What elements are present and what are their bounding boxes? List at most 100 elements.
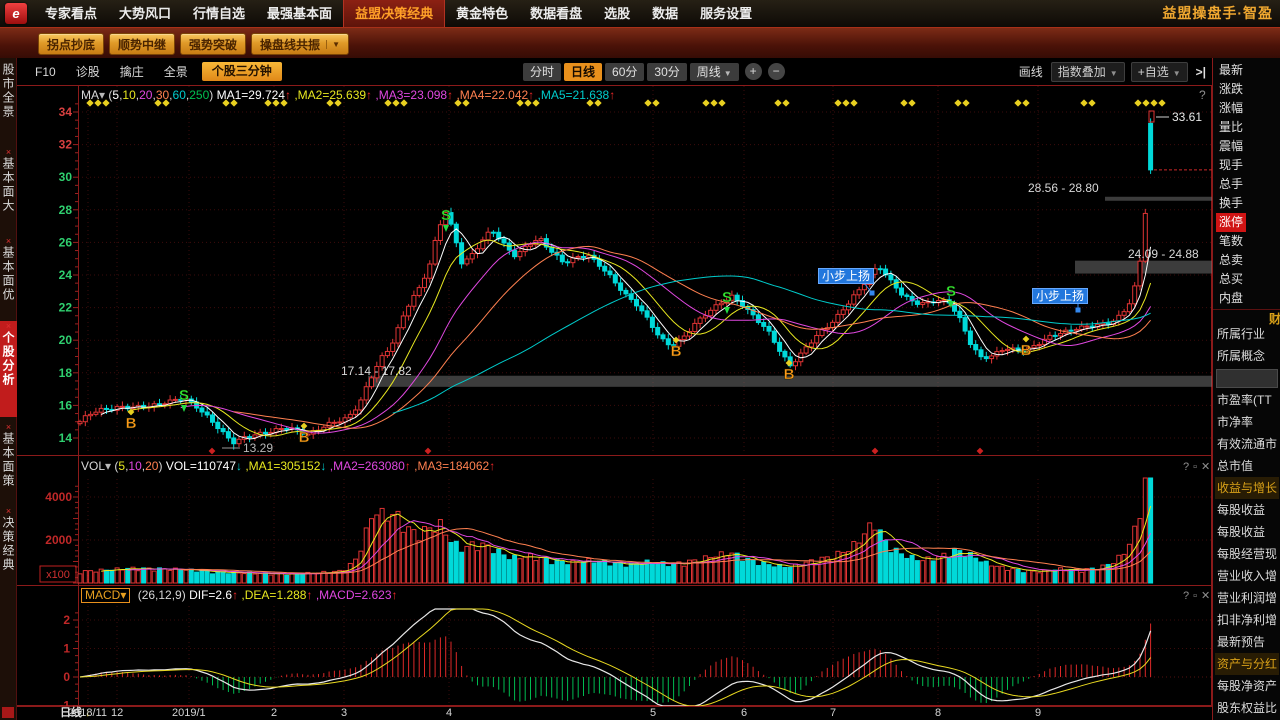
fin-tab-partial[interactable]: 财 <box>1269 310 1280 327</box>
menu-item-益盟决策经典[interactable]: 益盟决策经典 <box>343 0 445 27</box>
quote-row-涨幅[interactable]: 涨幅 <box>1219 99 1243 118</box>
quote-row-最新[interactable]: 最新 <box>1219 61 1243 80</box>
info-row-有效流通市[interactable]: 有效流通市 <box>1217 433 1277 455</box>
macd-indicator-header[interactable]: MACD▾ (26,12,9) DIF=2.6↑ ,DEA=1.288↑ ,MA… <box>81 588 398 603</box>
sidebar-tab-label: 决策经典 <box>0 516 17 572</box>
indicator-text: 20 <box>145 459 158 473</box>
strategy-button-拐点抄底[interactable]: 拐点抄底 <box>38 33 104 55</box>
menu-item-服务设置[interactable]: 服务设置 <box>689 0 763 27</box>
info-row-市盈率(TT[interactable]: 市盈率(TT <box>1217 389 1272 411</box>
info-row-营业收入增[interactable]: 营业收入增 <box>1217 565 1277 587</box>
info-row-收益与增长[interactable]: 收益与增长 <box>1215 477 1279 499</box>
quote-row-换手[interactable]: 换手 <box>1219 194 1243 213</box>
quote-row-内盘[interactable]: 内盘 <box>1219 289 1243 308</box>
svg-text:22: 22 <box>59 301 73 315</box>
close-icon[interactable]: × <box>6 147 11 157</box>
sidebar-tab-决策经典[interactable]: ×决策经典 <box>0 506 17 586</box>
info-row-每股净资产[interactable]: 每股净资产 <box>1217 675 1277 697</box>
toolbar-item-全景[interactable]: 全景 <box>154 63 198 80</box>
quote-row-笔数[interactable]: 笔数 <box>1219 232 1243 251</box>
period-日线[interactable]: 日线 <box>564 63 602 81</box>
info-row-扣非净利增[interactable]: 扣非净利增 <box>1217 609 1277 631</box>
quote-panel: 最新涨跌涨幅量比震幅现手总手换手涨停笔数总卖总买内盘财所属行业所属概念市盈率(T… <box>1212 58 1280 720</box>
toolbar-item-诊股[interactable]: 诊股 <box>66 63 110 80</box>
strategy-button-label: 顺势中继 <box>118 36 166 53</box>
indicator-text: MA <box>81 88 99 102</box>
menu-item-黄金特色[interactable]: 黄金特色 <box>445 0 519 27</box>
volume-bars <box>78 478 1153 583</box>
period-分时[interactable]: 分时 <box>523 63 561 81</box>
axis-date-12: 12 <box>111 707 123 720</box>
menu-item-最强基本面[interactable]: 最强基本面 <box>256 0 343 27</box>
close-icon[interactable]: × <box>6 422 11 432</box>
menu-item-专家看点[interactable]: 专家看点 <box>34 0 108 27</box>
corner-marker <box>2 707 14 718</box>
svg-text:4000: 4000 <box>45 490 72 504</box>
menu-item-数据[interactable]: 数据 <box>641 0 689 27</box>
chevron-down-icon[interactable]: ▼ <box>326 40 340 49</box>
sidebar-tab-label: 基本面优 <box>0 246 17 302</box>
quote-row-量比[interactable]: 量比 <box>1219 118 1243 137</box>
strategy-button-强势突破[interactable]: 强势突破 <box>180 33 246 55</box>
info-row-市净率[interactable]: 市净率 <box>1217 411 1253 433</box>
svg-text:B: B <box>1021 342 1032 359</box>
strategy-button-操盘线共振[interactable]: 操盘线共振▼ <box>251 33 349 55</box>
sidebar-tab-基本面策[interactable]: ×基本面策 <box>0 422 17 502</box>
info-box[interactable] <box>1216 369 1278 388</box>
zoom-in-button[interactable]: + <box>745 63 762 80</box>
toolbar-item-擒庄[interactable]: 擒庄 <box>110 63 154 80</box>
info-row-营业利润增[interactable]: 营业利润增 <box>1217 587 1277 609</box>
chart-toolbar-left: F10诊股擒庄全景个股三分钟 <box>25 58 282 85</box>
draw-line-button[interactable]: 画线 <box>1019 63 1043 80</box>
sidebar-tab-个股分析[interactable]: ×个股分析 <box>0 321 17 417</box>
quote-row-震幅[interactable]: 震幅 <box>1219 137 1243 156</box>
volume-pane-icons[interactable]: ?▫✕ <box>1183 460 1214 473</box>
quote-row-总买[interactable]: 总买 <box>1219 270 1243 289</box>
strategy-button-顺势中继[interactable]: 顺势中继 <box>109 33 175 55</box>
signal-flag-0[interactable]: 小步上扬 <box>818 268 874 284</box>
collapse-panel-icon[interactable]: >| <box>1196 65 1206 79</box>
info-row-所属概念[interactable]: 所属概念 <box>1217 345 1265 367</box>
sidebar-tab-股市全景[interactable]: 股市全景 <box>0 63 17 143</box>
signal-flag-1[interactable]: 小步上扬 <box>1032 288 1088 304</box>
svg-text:16: 16 <box>59 398 73 412</box>
close-icon[interactable]: × <box>6 321 11 331</box>
zoom-out-button[interactable]: − <box>768 63 785 80</box>
ma-indicator-header[interactable]: MA▾ (5,10,20,30,60,250) MA1=29.724↑ ,MA2… <box>81 88 615 102</box>
macd-pane-icons[interactable]: ?▫✕ <box>1183 589 1214 602</box>
quote-row-总卖[interactable]: 总卖 <box>1219 251 1243 270</box>
svg-text:B: B <box>299 429 310 446</box>
quote-row-涨停[interactable]: 涨停 <box>1216 213 1246 232</box>
macd-dropdown[interactable]: MACD▾ <box>81 588 130 603</box>
info-row-资产与分红[interactable]: 资产与分红 <box>1215 653 1279 675</box>
period-周线[interactable]: 周线▼ <box>690 63 739 81</box>
period-60分[interactable]: 60分 <box>605 63 644 81</box>
menu-item-大势风口[interactable]: 大势风口 <box>108 0 182 27</box>
sidebar-tab-基本面大[interactable]: ×基本面大 <box>0 147 17 231</box>
candles <box>78 118 1153 449</box>
close-icon[interactable]: × <box>6 236 11 246</box>
info-row-所属行业[interactable]: 所属行业 <box>1217 323 1265 345</box>
period-30分[interactable]: 30分 <box>647 63 686 81</box>
info-row-最新预告[interactable]: 最新预告 <box>1217 631 1265 653</box>
quote-row-现手[interactable]: 现手 <box>1219 156 1243 175</box>
stock-3min-button[interactable]: 个股三分钟 <box>202 62 282 81</box>
dropdown-指数叠加[interactable]: 指数叠加▼ <box>1051 62 1125 82</box>
toolbar-item-F10[interactable]: F10 <box>25 65 66 79</box>
dropdown-+自选[interactable]: +自选▼ <box>1131 62 1188 82</box>
sidebar-tab-基本面优[interactable]: ×基本面优 <box>0 236 17 318</box>
info-row-总市值[interactable]: 总市值 <box>1217 455 1253 477</box>
menu-item-数据看盘[interactable]: 数据看盘 <box>519 0 593 27</box>
info-row-每股收益[interactable]: 每股收益 <box>1217 499 1265 521</box>
quote-row-涨跌[interactable]: 涨跌 <box>1219 80 1243 99</box>
menu-item-选股[interactable]: 选股 <box>593 0 641 27</box>
info-row-每股经营现[interactable]: 每股经营现 <box>1217 543 1277 565</box>
info-row-股东权益比[interactable]: 股东权益比 <box>1217 697 1277 719</box>
quote-row-总手[interactable]: 总手 <box>1219 175 1243 194</box>
volume-indicator-header[interactable]: VOL▾ (5,10,20) VOL=110747↓ ,MA1=305152↓ … <box>81 459 495 473</box>
chart-toolbar: F10诊股擒庄全景个股三分钟 分时日线60分30分周线▼ +− 画线 指数叠加▼ +… <box>17 58 1212 85</box>
help-icon[interactable]: ? <box>1199 88 1206 102</box>
info-row-每股收益[interactable]: 每股收益 <box>1217 521 1265 543</box>
close-icon[interactable]: × <box>6 506 11 516</box>
menu-item-行情自选[interactable]: 行情自选 <box>182 0 256 27</box>
